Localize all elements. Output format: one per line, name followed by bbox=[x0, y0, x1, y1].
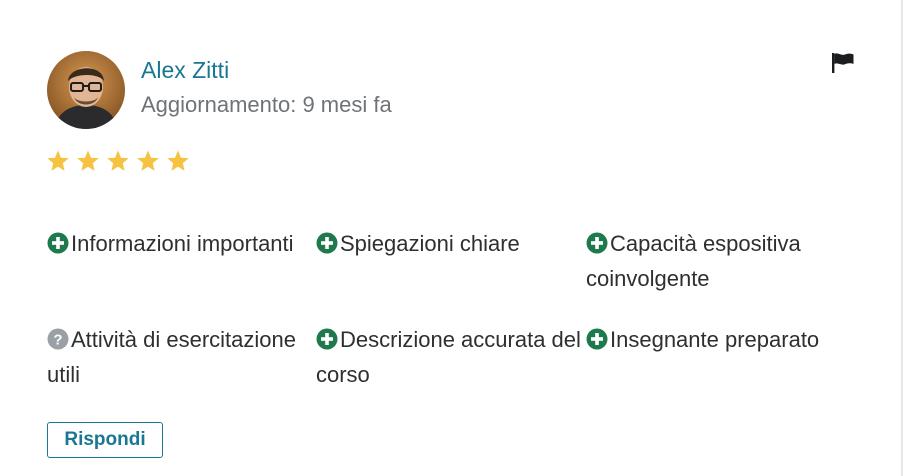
star-icon bbox=[47, 150, 69, 171]
plus-circle-icon bbox=[316, 328, 338, 350]
flag-icon bbox=[832, 53, 854, 73]
question-circle-icon: ? bbox=[47, 328, 69, 350]
svg-text:?: ? bbox=[53, 332, 62, 349]
update-info: Aggiornamento: 9 mesi fa bbox=[141, 90, 392, 120]
star-icon bbox=[77, 150, 99, 171]
feedback-tag: Spiegazioni chiare bbox=[316, 226, 584, 261]
update-time: 9 mesi fa bbox=[302, 92, 392, 117]
feedback-tag: Descrizione accurata del corso bbox=[316, 322, 584, 392]
star-icon bbox=[137, 150, 159, 171]
star-rating bbox=[46, 149, 190, 175]
feedback-tag: Informazioni importanti bbox=[47, 226, 315, 261]
feedback-tag: Insegnante preparato bbox=[586, 322, 854, 357]
feedback-tag: ? Attività di esercitazione utili bbox=[47, 322, 315, 392]
review-card: Alex Zitti Aggiornamento: 9 mesi fa Info… bbox=[0, 0, 903, 476]
feedback-tag-label: Descrizione accurata del corso bbox=[316, 327, 581, 387]
feedback-tag: Capacità espositiva coinvolgente bbox=[586, 226, 854, 296]
star-icon bbox=[107, 150, 129, 171]
feedback-tag-label: Insegnante preparato bbox=[610, 327, 820, 352]
feedback-tag-label: Spiegazioni chiare bbox=[340, 231, 520, 256]
reply-button[interactable]: Rispondi bbox=[47, 422, 163, 458]
feedback-tag-label: Capacità espositiva coinvolgente bbox=[586, 231, 801, 291]
feedback-tag-label: Attività di esercitazione utili bbox=[47, 327, 296, 387]
avatar[interactable] bbox=[47, 51, 125, 129]
author-name[interactable]: Alex Zitti bbox=[141, 55, 229, 85]
star-icon bbox=[167, 150, 189, 171]
plus-circle-icon bbox=[586, 328, 608, 350]
plus-circle-icon bbox=[47, 232, 69, 254]
plus-circle-icon bbox=[316, 232, 338, 254]
report-flag-button[interactable] bbox=[829, 51, 857, 75]
plus-circle-icon bbox=[586, 232, 608, 254]
update-label: Aggiornamento: bbox=[141, 92, 297, 117]
feedback-tag-label: Informazioni importanti bbox=[71, 231, 294, 256]
